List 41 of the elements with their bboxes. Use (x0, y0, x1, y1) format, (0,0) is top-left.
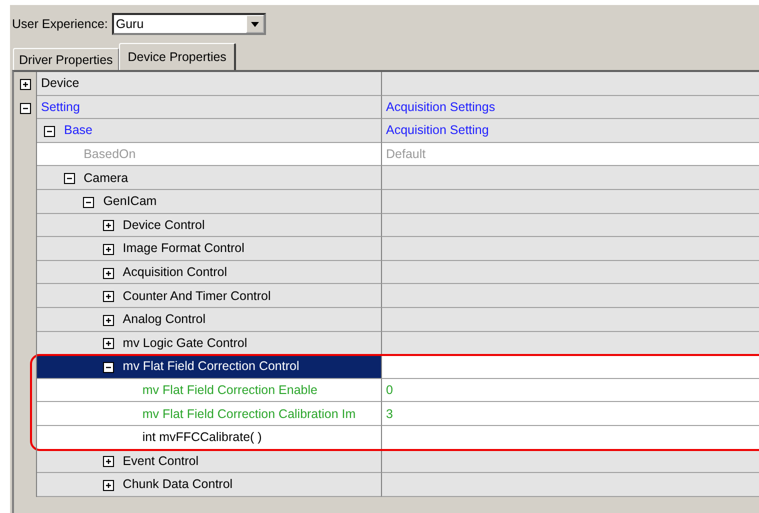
property-name: GenICam (103, 194, 157, 208)
property-name: Base (64, 123, 92, 138)
property-name: Counter And Timer Control (122, 288, 271, 303)
property-name: mv Flat Field Correction Control (122, 359, 300, 374)
property-value: Default (386, 147, 426, 162)
collapse-toggle[interactable] (102, 360, 114, 372)
property-name: mv Flat Field Correction Calibration Im (142, 406, 356, 421)
tab[interactable]: Device Properties (118, 43, 236, 70)
expand-toggle[interactable] (102, 242, 114, 254)
property-name: Event Control (122, 454, 199, 468)
collapse-toggle[interactable] (83, 196, 94, 207)
property-name: Acquisition Control (122, 265, 228, 280)
property-name: Chunk Data Control (122, 477, 233, 492)
property-name: int mvFFCCalibrate( ) (142, 430, 262, 444)
collapse-toggle[interactable] (44, 124, 55, 136)
property-value: Acquisition Setting (386, 123, 489, 138)
property-name: Image Format Control (122, 241, 244, 256)
property-name: Analog Control (122, 312, 206, 326)
property-name: mv Logic Gate Control (122, 336, 248, 350)
expand-toggle[interactable] (102, 314, 114, 325)
collapse-toggle[interactable] (64, 172, 75, 184)
expand-toggle[interactable] (102, 455, 114, 466)
property-name: BasedOn (84, 147, 136, 162)
expand-toggle[interactable] (102, 290, 114, 302)
collapse-toggle[interactable] (20, 102, 30, 113)
user-experience-label: User Experience: (12, 17, 108, 31)
property-value: 0 (386, 383, 393, 398)
property-name: mv Flat Field Correction Enable (142, 383, 318, 398)
property-value: 3 (386, 406, 393, 421)
expand-toggle[interactable] (20, 78, 30, 90)
expand-toggle[interactable] (102, 478, 114, 490)
property-name: Setting (41, 100, 80, 114)
tab[interactable]: Driver Properties (13, 48, 119, 70)
user-experience-dropdown[interactable]: Guru (112, 13, 266, 35)
property-name: Device Control (122, 218, 205, 232)
expand-toggle[interactable] (102, 219, 114, 230)
property-name: Device (41, 76, 80, 90)
property-name: Camera (84, 170, 128, 185)
property-value: Acquisition Settings (386, 100, 496, 114)
expand-toggle[interactable] (102, 266, 114, 278)
expand-toggle[interactable] (102, 337, 114, 348)
